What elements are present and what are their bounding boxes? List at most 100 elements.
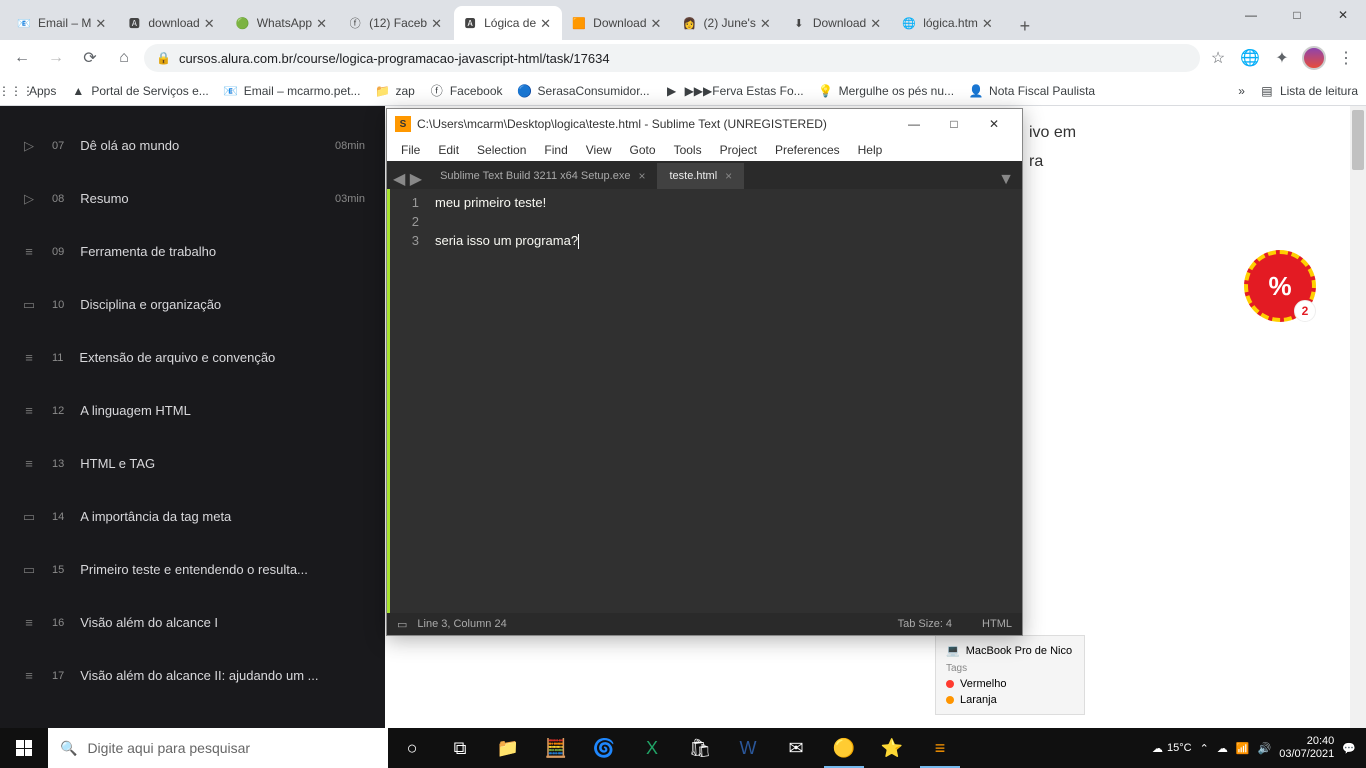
bookmark-item[interactable]: ⋮⋮⋮Apps	[8, 83, 56, 99]
notifications-icon[interactable]: 💬	[1342, 742, 1356, 755]
code-area[interactable]: meu primeiro teste! seria isso um progra…	[427, 189, 982, 613]
promo-badge[interactable]: % 2	[1244, 250, 1316, 322]
extensions-icon[interactable]: ✦	[1270, 46, 1294, 70]
address-bar[interactable]: 🔒 cursos.alura.com.br/course/logica-prog…	[144, 44, 1200, 72]
bookmark-item[interactable]: 💡Mergulhe os pés nu...	[818, 83, 954, 99]
sublime-titlebar[interactable]: S C:\Users\mcarm\Desktop\logica\teste.ht…	[387, 109, 1022, 139]
sublime-close-button[interactable]: ✕	[974, 110, 1014, 138]
taskbar-clock[interactable]: 20:40 03/07/2021	[1279, 735, 1334, 761]
minimap[interactable]	[982, 189, 1022, 613]
tab-close-icon[interactable]: ✕	[204, 16, 218, 30]
menu-item[interactable]: Selection	[469, 141, 534, 159]
sidebar-lesson-item[interactable]: ≡12A linguagem HTML	[0, 384, 385, 437]
status-language[interactable]: HTML	[982, 618, 1012, 630]
reload-button[interactable]: ⟳	[76, 44, 104, 72]
tab-close-icon[interactable]: ✕	[982, 16, 996, 30]
cortana-icon[interactable]: ○	[388, 728, 436, 768]
store-icon[interactable]: 🛍	[676, 728, 724, 768]
sidebar-lesson-item[interactable]: ▷08Resumo03min	[0, 172, 385, 225]
finder-tag-row[interactable]: Laranja	[946, 692, 1074, 708]
tray-volume-icon[interactable]: 🔊	[1258, 742, 1272, 755]
bookmark-item[interactable]: 🔵SerasaConsumidor...	[517, 83, 650, 99]
star-icon[interactable]: ☆	[1206, 46, 1230, 70]
sublime-maximize-button[interactable]: □	[934, 110, 974, 138]
editor-tab-close-icon[interactable]: ×	[725, 169, 732, 183]
browser-tab[interactable]: 🟧Download✕	[563, 6, 672, 40]
tab-close-icon[interactable]: ✕	[540, 16, 554, 30]
excel-icon[interactable]: X	[628, 728, 676, 768]
back-button[interactable]: ←	[8, 44, 36, 72]
forward-button[interactable]: →	[42, 44, 70, 72]
course-sidebar[interactable]: 💬08[Discussão] Principal objetivo▷07Dê o…	[0, 106, 385, 728]
profile-avatar[interactable]	[1302, 46, 1326, 70]
menu-item[interactable]: Find	[536, 141, 575, 159]
menu-item[interactable]: Project	[712, 141, 765, 159]
status-doc-icon[interactable]: ▭	[397, 618, 407, 631]
browser-tab[interactable]: 🅰download✕	[118, 6, 225, 40]
bookmark-item[interactable]: ▶▶▶▶Ferva Estas Fo...	[664, 83, 804, 99]
tab-dropdown-icon[interactable]: ▼	[990, 171, 1022, 189]
menu-item[interactable]: Tools	[666, 141, 710, 159]
calculator-icon[interactable]: 🧮	[532, 728, 580, 768]
editor-tab-close-icon[interactable]: ×	[638, 169, 645, 183]
mail-icon[interactable]: ✉	[772, 728, 820, 768]
sidebar-lesson-item[interactable]: ▭10Disciplina e organização	[0, 278, 385, 331]
browser-tab[interactable]: 🅰Lógica de✕	[454, 6, 562, 40]
home-button[interactable]: ⌂	[110, 44, 138, 72]
browser-tab[interactable]: ⬇Download✕	[783, 6, 892, 40]
bookmark-item[interactable]: 👤Nota Fiscal Paulista	[968, 83, 1095, 99]
tab-close-icon[interactable]: ✕	[651, 16, 665, 30]
editor-tab[interactable]: teste.html×	[657, 163, 744, 189]
browser-tab[interactable]: 🟢WhatsApp✕	[227, 6, 338, 40]
sidebar-lesson-item[interactable]: ≡16Visão além do alcance I	[0, 596, 385, 649]
browser-tab[interactable]: ⓕ(12) Faceb✕	[339, 6, 453, 40]
explorer-icon[interactable]: 📁	[484, 728, 532, 768]
menu-item[interactable]: Help	[850, 141, 891, 159]
new-tab-button[interactable]: +	[1011, 12, 1039, 40]
sidebar-lesson-item[interactable]: 💬08[Discussão] Principal objetivo	[0, 106, 385, 119]
tray-chevron-icon[interactable]: ⌃	[1200, 742, 1209, 755]
tab-close-icon[interactable]: ✕	[316, 16, 330, 30]
editor-tab[interactable]: Sublime Text Build 3211 x64 Setup.exe×	[428, 163, 657, 189]
bookmarks-overflow[interactable]: »	[1238, 84, 1245, 98]
os-minimize-button[interactable]: ―	[1228, 0, 1274, 30]
start-button[interactable]	[0, 728, 48, 768]
chrome-taskbar-icon[interactable]: 🟡	[820, 728, 868, 768]
menu-item[interactable]: File	[393, 141, 428, 159]
menu-item[interactable]: Goto	[622, 141, 664, 159]
sublime-taskbar-icon[interactable]: ≡	[916, 728, 964, 768]
browser-tab[interactable]: 👩(2) June's✕	[674, 6, 782, 40]
sidebar-lesson-item[interactable]: ≡13HTML e TAG	[0, 437, 385, 490]
browser-tab[interactable]: 📧Email – M✕	[8, 6, 117, 40]
sidebar-lesson-item[interactable]: ▷07Dê olá ao mundo08min	[0, 119, 385, 172]
browser-tab[interactable]: 🌐lógica.htm✕	[893, 6, 1004, 40]
page-scrollbar[interactable]	[1350, 106, 1366, 728]
status-tabsize[interactable]: Tab Size: 4	[898, 618, 952, 630]
status-position[interactable]: Line 3, Column 24	[417, 618, 506, 630]
os-maximize-button[interactable]: □	[1274, 0, 1320, 30]
tab-close-icon[interactable]: ✕	[870, 16, 884, 30]
tab-close-icon[interactable]: ✕	[760, 16, 774, 30]
word-icon[interactable]: W	[724, 728, 772, 768]
sublime-minimize-button[interactable]: ―	[894, 110, 934, 138]
os-close-button[interactable]: ✕	[1320, 0, 1366, 30]
bookmark-item[interactable]: 📧Email – mcarmo.pet...	[223, 83, 361, 99]
finder-tag-row[interactable]: Vermelho	[946, 676, 1074, 692]
app-icon[interactable]: ⭐	[868, 728, 916, 768]
tray-network-icon[interactable]: 📶	[1236, 742, 1250, 755]
sublime-tab-nav[interactable]: ◀ ▶	[387, 169, 428, 189]
chrome-menu-button[interactable]: ⋮	[1334, 46, 1358, 70]
tab-close-icon[interactable]: ✕	[95, 16, 109, 30]
scrollbar-thumb[interactable]	[1352, 110, 1364, 170]
sidebar-lesson-item[interactable]: ▭14A importância da tag meta	[0, 490, 385, 543]
taskview-icon[interactable]: ⧉	[436, 728, 484, 768]
tray-onedrive-icon[interactable]: ☁	[1217, 742, 1228, 755]
menu-item[interactable]: Preferences	[767, 141, 848, 159]
sidebar-lesson-item[interactable]: ▭15Primeiro teste e entendendo o resulta…	[0, 543, 385, 596]
bookmark-item[interactable]: ▲Portal de Serviços e...	[70, 83, 208, 99]
menu-item[interactable]: Edit	[430, 141, 467, 159]
taskbar-search[interactable]: 🔍 Digite aqui para pesquisar	[48, 728, 388, 768]
sublime-menubar[interactable]: FileEditSelectionFindViewGotoToolsProjec…	[387, 139, 1022, 161]
bookmark-item[interactable]: 📁zap	[374, 83, 414, 99]
translate-icon[interactable]: 🌐	[1238, 46, 1262, 70]
